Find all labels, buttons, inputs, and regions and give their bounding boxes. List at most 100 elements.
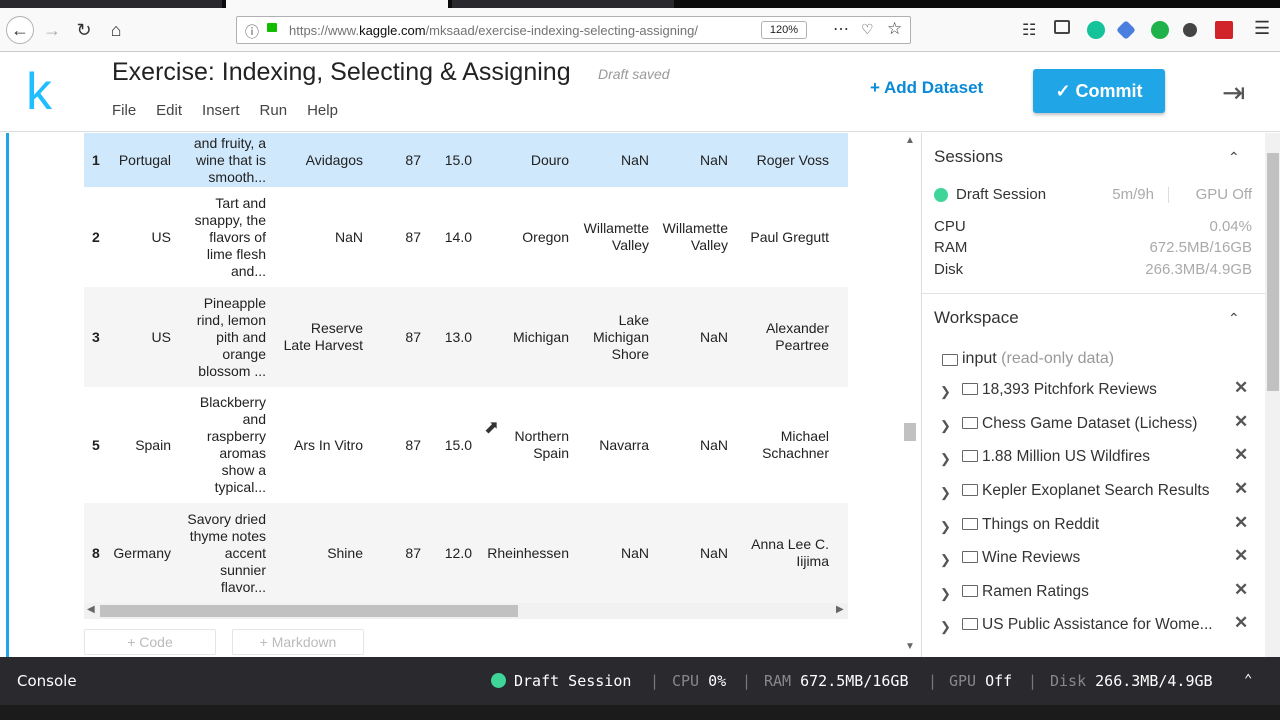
console-session[interactable]: Draft Session	[514, 672, 631, 690]
remove-dataset-icon[interactable]: ✕	[1234, 445, 1248, 465]
console-expand-icon[interactable]: ⌃	[1244, 672, 1252, 688]
remove-dataset-icon[interactable]: ✕	[1234, 613, 1248, 633]
remove-dataset-icon[interactable]: ✕	[1234, 513, 1248, 533]
commit-button[interactable]: ✓ Commit	[1033, 69, 1165, 113]
add-code-cell-button[interactable]: + Code	[84, 629, 216, 655]
reload-icon[interactable]: ↻	[72, 18, 96, 42]
extension-green-icon[interactable]	[1151, 21, 1169, 39]
workspace-title[interactable]: Workspace	[934, 308, 1019, 328]
console-toggle[interactable]: Console	[17, 672, 77, 690]
vertical-scroll-thumb[interactable]	[904, 423, 916, 441]
expand-arrow-icon[interactable]: ❯	[940, 485, 951, 501]
pocket-icon[interactable]: ♡	[861, 21, 874, 38]
row-index: 5	[92, 437, 100, 453]
hamburger-menu-icon[interactable]: ☰	[1254, 18, 1270, 39]
extension-red-icon[interactable]	[1215, 21, 1233, 39]
cpu-label: CPU	[934, 218, 966, 235]
remove-dataset-icon[interactable]: ✕	[1234, 580, 1248, 600]
cell-region-2: NaN	[699, 545, 728, 561]
home-icon[interactable]: ⌂	[104, 18, 128, 42]
kaggle-logo[interactable]: k	[26, 62, 52, 122]
table-row[interactable]: 8 Germany Savory dried thyme notes accent sun…	[84, 503, 848, 603]
vertical-scrollbar[interactable]: ▲ ▼	[902, 133, 918, 657]
dataset-name[interactable]: Wine Reviews	[982, 549, 1080, 567]
dataset-item[interactable]: ❯ Wine Reviews ✕	[934, 546, 1264, 576]
account-icon[interactable]	[1183, 23, 1197, 37]
forward-icon[interactable]: →	[40, 18, 64, 42]
dataset-item[interactable]: ❯ US Public Assistance for Wome... ✕	[934, 613, 1264, 643]
cpu-value: 0.04%	[1209, 218, 1252, 235]
info-icon[interactable]: ⓘ	[245, 22, 259, 42]
os-taskbar	[0, 705, 1280, 720]
dataset-name[interactable]: US Public Assistance for Wome...	[982, 616, 1213, 634]
horizontal-scroll-thumb[interactable]	[100, 605, 518, 617]
folder-icon	[962, 618, 978, 630]
sessions-collapse-icon[interactable]: ⌃	[1228, 149, 1240, 166]
table-row[interactable]: 5 Spain Blackberry and raspberry aromas show a…	[84, 387, 848, 503]
collapse-panel-icon[interactable]: ⇥	[1222, 76, 1245, 109]
dataset-item[interactable]: ❯ Kepler Exoplanet Search Results ✕	[934, 479, 1264, 509]
console-cpu: CPU 0%	[672, 672, 727, 690]
browser-tab[interactable]	[0, 0, 222, 8]
browser-tab-active[interactable]	[226, 0, 448, 8]
table-row[interactable]: 2 US Tart and snappy, the flavors of lime fle…	[84, 187, 848, 287]
folder-icon	[962, 585, 978, 597]
remove-dataset-icon[interactable]: ✕	[1234, 378, 1248, 398]
dataset-item[interactable]: ❯ Chess Game Dataset (Lichess) ✕	[934, 412, 1264, 442]
horizontal-scrollbar[interactable]: ◀ ▶	[84, 603, 848, 619]
add-dataset-button[interactable]: + Add Dataset	[870, 78, 983, 98]
library-icon[interactable]: ☷	[1022, 20, 1036, 40]
dataset-name[interactable]: 1.88 Million US Wildfires	[982, 448, 1150, 466]
table-row[interactable]: 3 US Pineapple rind, lemon pith and orange blo…	[84, 287, 848, 387]
url-text[interactable]: https://www.kaggle.com/mksaad/exercise-i…	[289, 23, 698, 38]
panel-scroll-thumb[interactable]	[1267, 153, 1279, 391]
cell-province: Michigan	[512, 329, 569, 345]
cell-points: 87	[405, 152, 421, 168]
expand-arrow-icon[interactable]: ❯	[940, 619, 951, 635]
lock-icon	[267, 23, 277, 32]
add-markdown-cell-button[interactable]: + Markdown	[232, 629, 364, 655]
menu-run[interactable]: Run	[260, 102, 288, 119]
remove-dataset-icon[interactable]: ✕	[1234, 546, 1248, 566]
expand-arrow-icon[interactable]: ❯	[940, 552, 951, 568]
dataset-name[interactable]: Kepler Exoplanet Search Results	[982, 482, 1209, 500]
sessions-title[interactable]: Sessions	[934, 147, 1003, 167]
input-folder[interactable]: input (read-only data)	[962, 350, 1114, 368]
folder-icon	[962, 450, 978, 462]
extension-icon[interactable]	[1116, 20, 1136, 40]
menu-help[interactable]: Help	[307, 102, 338, 119]
dataset-name[interactable]: Things on Reddit	[982, 516, 1099, 534]
zoom-indicator[interactable]: 120%	[761, 21, 807, 39]
dataset-item[interactable]: ❯ 18,393 Pitchfork Reviews ✕	[934, 378, 1264, 408]
page-title[interactable]: Exercise: Indexing, Selecting & Assignin…	[112, 58, 571, 87]
expand-arrow-icon[interactable]: ❯	[940, 519, 951, 535]
dataset-name[interactable]: Chess Game Dataset (Lichess)	[982, 415, 1197, 433]
remove-dataset-icon[interactable]: ✕	[1234, 412, 1248, 432]
menu-insert[interactable]: Insert	[202, 102, 240, 119]
dataset-name[interactable]: 18,393 Pitchfork Reviews	[982, 381, 1157, 399]
dataset-item[interactable]: ❯ Ramen Ratings ✕	[934, 580, 1264, 610]
sidebar-icon[interactable]	[1054, 20, 1070, 34]
right-side-panel: Sessions ⌃ Draft Session 5m/9h GPU Off C…	[921, 133, 1280, 657]
dataset-item[interactable]: ❯ 1.88 Million US Wildfires ✕	[934, 445, 1264, 475]
dataset-name[interactable]: Ramen Ratings	[982, 583, 1089, 601]
session-gpu[interactable]: GPU Off	[1052, 186, 1252, 203]
dataset-item[interactable]: ❯ Things on Reddit ✕	[934, 513, 1264, 543]
grammarly-icon[interactable]	[1087, 21, 1105, 39]
expand-arrow-icon[interactable]: ❯	[940, 451, 951, 467]
back-icon[interactable]: ←	[6, 16, 34, 44]
expand-arrow-icon[interactable]: ❯	[940, 586, 951, 602]
menu-file[interactable]: File	[112, 102, 136, 119]
browser-tab[interactable]	[452, 0, 674, 8]
expand-arrow-icon[interactable]: ❯	[940, 384, 951, 400]
panel-scrollbar[interactable]	[1265, 133, 1280, 657]
cell-description: Blackberry and raspberry aromas show a typica…	[199, 394, 266, 495]
bookmark-star-icon[interactable]: ☆	[887, 19, 902, 39]
table-row[interactable]: 1 Portugal and fruity, a wine that is smooth…	[84, 133, 848, 187]
menu-edit[interactable]: Edit	[156, 102, 182, 119]
url-bar[interactable]: ⓘ https://www.kaggle.com/mksaad/exercise…	[236, 16, 911, 44]
more-icon[interactable]: ⋯	[833, 19, 849, 39]
workspace-collapse-icon[interactable]: ⌃	[1228, 310, 1240, 327]
expand-arrow-icon[interactable]: ❯	[940, 418, 951, 434]
remove-dataset-icon[interactable]: ✕	[1234, 479, 1248, 499]
